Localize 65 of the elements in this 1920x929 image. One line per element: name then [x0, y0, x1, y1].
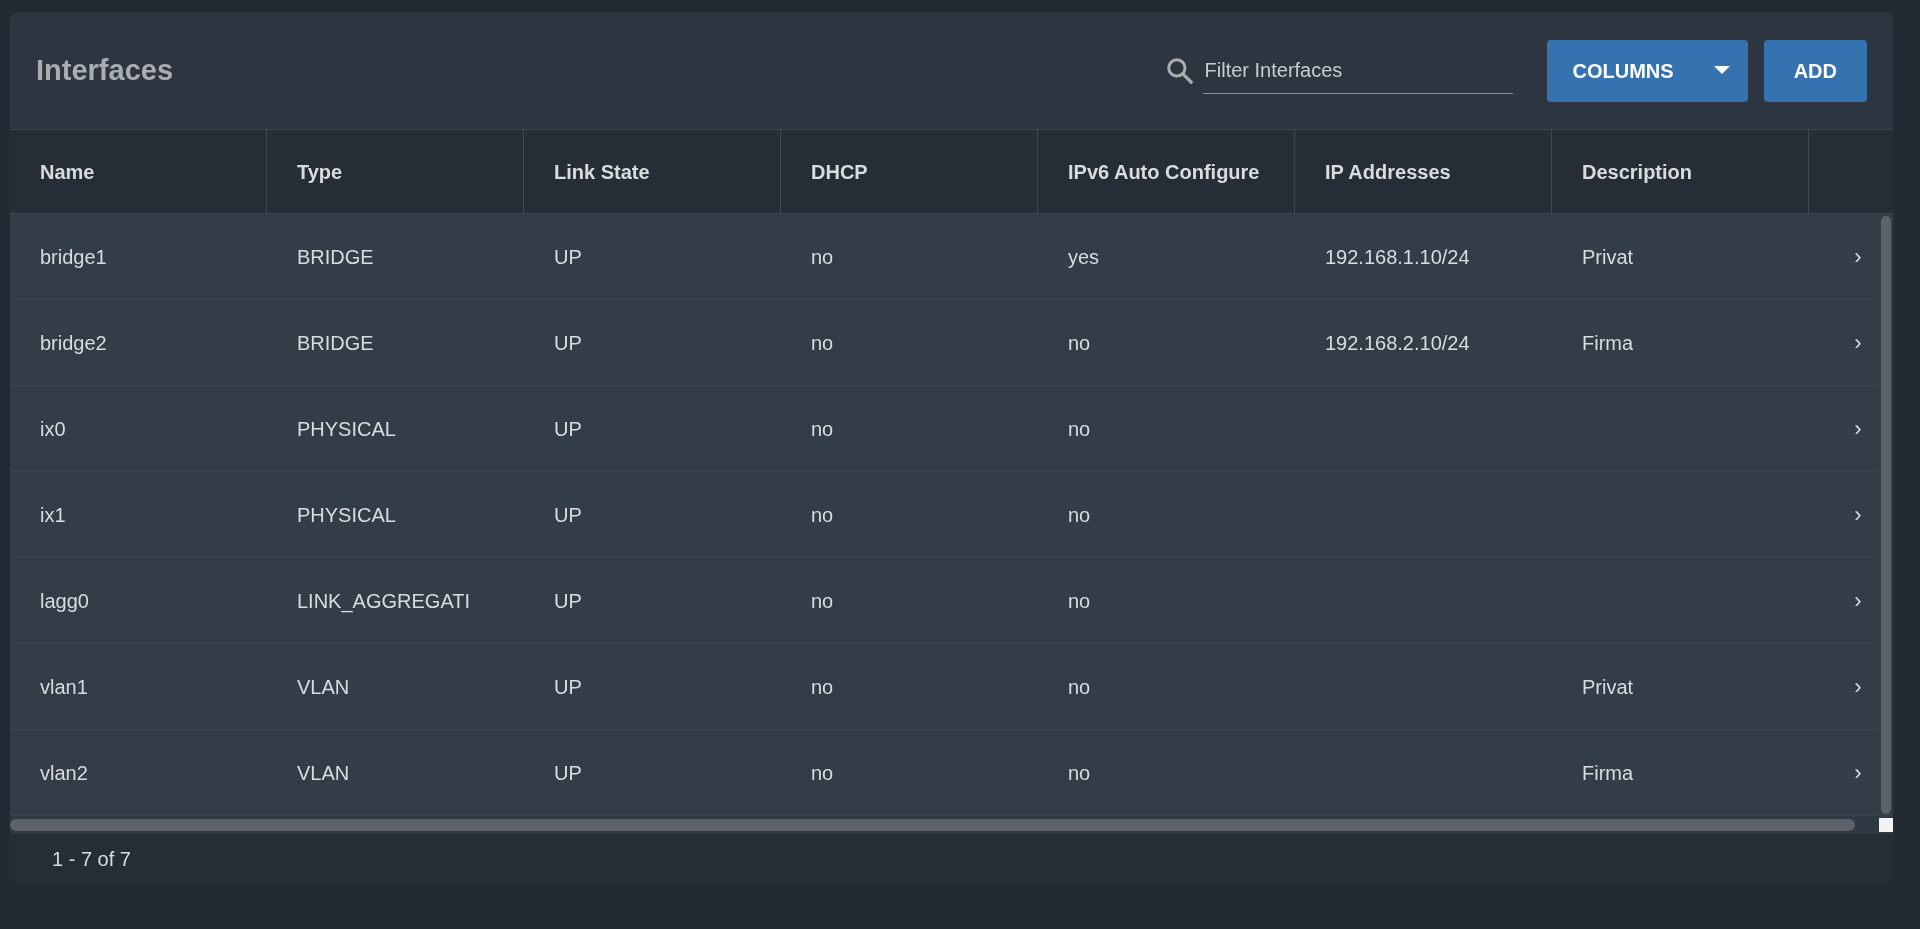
table-cell: no [1068, 761, 1091, 784]
table-cell: Firma [1582, 761, 1634, 784]
table-cell: 192.168.1.10/24 [1325, 245, 1470, 268]
table-cell: 192.168.2.10/24 [1325, 331, 1470, 354]
table-cell: no [1068, 675, 1091, 698]
table-cell: bridge1 [40, 245, 107, 268]
table-cell: VLAN [297, 761, 350, 784]
table-cell: BRIDGE [297, 331, 374, 354]
column-header[interactable]: IP Addresses [1295, 130, 1552, 213]
pagination-text: 1 - 7 of 7 [52, 846, 131, 872]
column-header[interactable]: Name [10, 130, 267, 213]
table-cell: UP [554, 761, 582, 784]
table-cell: Privat [1582, 245, 1634, 268]
table-cell: UP [554, 589, 582, 612]
row-chevron[interactable]: › [1843, 675, 1873, 698]
table-cell: UP [554, 331, 582, 354]
column-header[interactable]: DHCP [781, 130, 1038, 213]
table-cell: LINK_AGGREGATI [297, 589, 470, 612]
search-icon [1164, 55, 1195, 86]
table-cell: no [811, 417, 834, 440]
table-cell: no [1068, 417, 1091, 440]
table-cell: VLAN [297, 675, 350, 698]
table-cell: UP [554, 245, 582, 268]
caret-icon [1713, 66, 1730, 75]
vertical-scrollbar[interactable] [1879, 214, 1893, 816]
table-cell: UP [554, 503, 582, 526]
table-cell: Privat [1582, 675, 1634, 698]
panel-title: Interfaces [36, 52, 173, 88]
table-cell: PHYSICAL [297, 503, 396, 526]
table-cell: yes [1068, 245, 1100, 268]
column-header[interactable]: IPv6 Auto Configure [1038, 130, 1295, 213]
table-cell: no [1068, 331, 1091, 354]
table-cell: lagg0 [40, 589, 89, 612]
table-cell: no [811, 761, 834, 784]
row-chevron[interactable]: › [1843, 589, 1873, 612]
table-cell: UP [554, 675, 582, 698]
table-cell: UP [554, 417, 582, 440]
table-cell: no [1068, 503, 1091, 526]
row-chevron[interactable]: › [1843, 331, 1873, 354]
column-header[interactable]: Description [1552, 130, 1809, 213]
table-cell: no [811, 331, 834, 354]
table-cell: PHYSICAL [297, 417, 396, 440]
table-cell: no [1068, 589, 1091, 612]
table-cell: ix0 [40, 417, 66, 440]
row-chevron[interactable]: › [1843, 417, 1873, 440]
row-chevron[interactable]: › [1843, 503, 1873, 526]
table-cell: no [811, 589, 834, 612]
scroll-corner [1879, 818, 1893, 832]
row-chevron[interactable]: › [1843, 245, 1873, 268]
table-cell: Firma [1582, 331, 1634, 354]
table-cell: vlan1 [40, 675, 88, 698]
table-cell: vlan2 [40, 761, 88, 784]
row-chevron[interactable]: › [1843, 761, 1873, 784]
column-header[interactable]: Type [267, 130, 524, 213]
table-cell: no [811, 675, 834, 698]
filter-field[interactable]: Filter Interfaces [1202, 47, 1513, 94]
table-cell: bridge2 [40, 331, 107, 354]
horizontal-scrollbar[interactable] [10, 819, 1855, 831]
add-button[interactable]: ADD [1763, 39, 1867, 102]
table-cell: no [811, 503, 834, 526]
table-cell: ix1 [40, 503, 66, 526]
columns-dropdown-button[interactable]: COLUMNS [1546, 39, 1748, 102]
table-cell: no [811, 245, 834, 268]
table-cell: BRIDGE [297, 245, 374, 268]
column-header[interactable]: Link State [524, 130, 781, 213]
